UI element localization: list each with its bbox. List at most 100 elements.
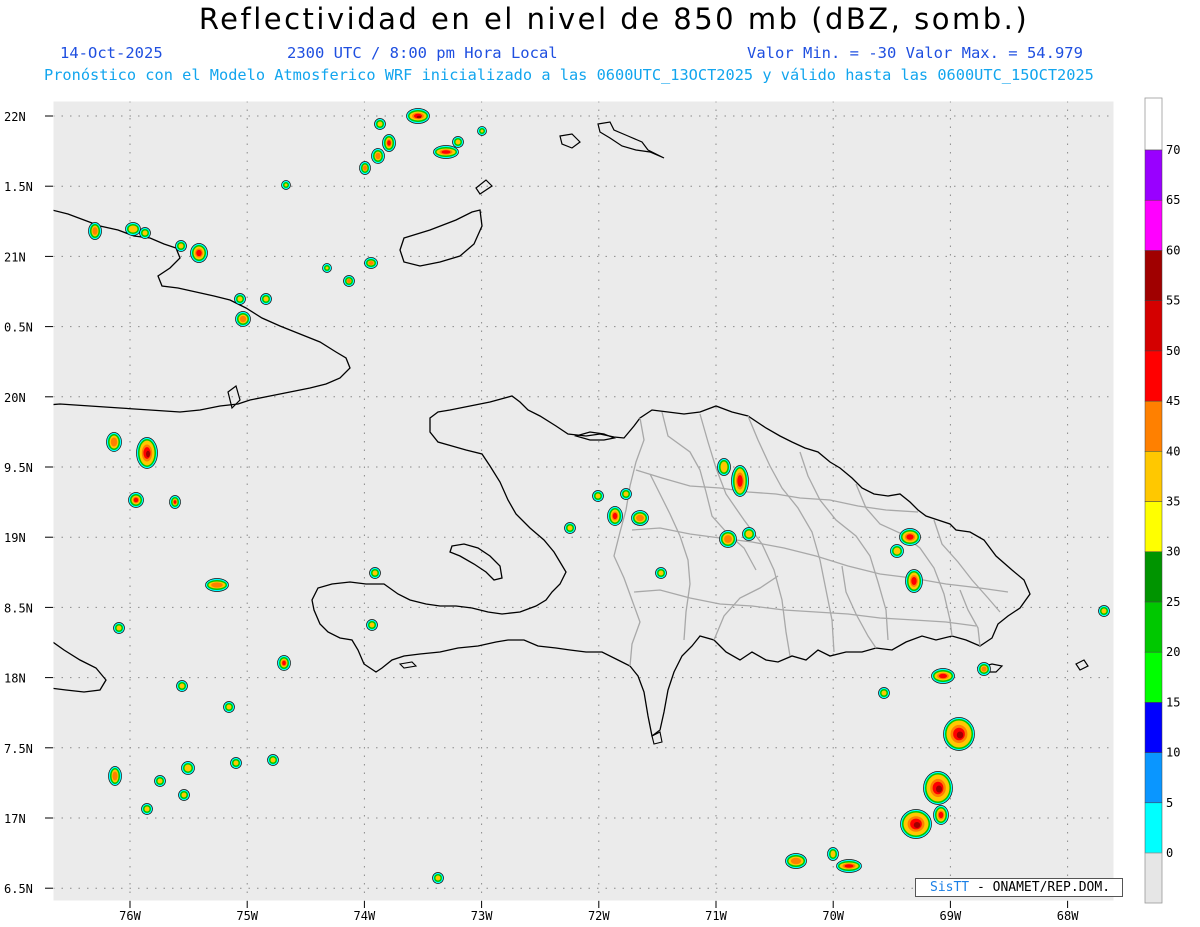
reflectivity-cell — [223, 701, 235, 713]
colorbar-swatch — [1144, 250, 1163, 301]
colorbar-swatch — [1144, 802, 1163, 854]
colorbar-swatch — [1144, 350, 1163, 402]
reflectivity-map: 22N 1.5N 21N 0.5N 20N 9.5N 19N 8.5N 18N 7.5N 17N 6.… — [4, 97, 1180, 923]
reflectivity-cell — [277, 655, 291, 671]
reflectivity-cell — [923, 771, 953, 805]
colorbar-tick-label: 40 — [1166, 444, 1180, 458]
colorbar-tick-label: 5 — [1166, 796, 1173, 810]
reflectivity-cell — [125, 222, 141, 236]
colorbar-tick-label: 25 — [1166, 595, 1180, 609]
colorbar-swatch — [1144, 300, 1163, 352]
colorbar-tick-label: 30 — [1166, 545, 1180, 559]
reflectivity-cell — [931, 668, 955, 684]
reflectivity-cell — [836, 859, 862, 873]
lat-label: 0.5N — [4, 321, 33, 335]
colorbar-swatch — [1144, 501, 1163, 552]
latitude-labels: 22N 1.5N 21N 0.5N 20N 9.5N 19N 8.5N 18N 7.5N 17N 6.… — [4, 110, 53, 896]
colorbar-tick-label: 10 — [1166, 746, 1180, 760]
lon-label: 69W — [940, 909, 962, 923]
colorbar-tick-label: 15 — [1166, 695, 1180, 709]
lon-label: 68W — [1057, 909, 1079, 923]
reflectivity-cell — [374, 118, 386, 130]
reflectivity-cell — [234, 293, 246, 305]
reflectivity-cell — [631, 510, 649, 526]
reflectivity-cell — [322, 263, 332, 273]
longitude-labels: 76W 75W 74W 73W 72W 71W 70W 69W 68W — [119, 901, 1079, 923]
lon-label: 70W — [822, 909, 844, 923]
reflectivity-cell — [433, 145, 459, 159]
lon-label: 75W — [236, 909, 258, 923]
colorbar-swatch — [1144, 551, 1163, 603]
colorbar-tick-label: 45 — [1166, 394, 1180, 408]
reflectivity-cell — [136, 437, 158, 469]
reflectivity-cell — [260, 293, 272, 305]
reflectivity-cell — [432, 872, 444, 884]
reflectivity-cell — [371, 148, 385, 164]
colorbar-tick-label: 60 — [1166, 243, 1180, 257]
reflectivity-cell — [382, 134, 396, 152]
reflectivity-cell — [369, 567, 381, 579]
colorbar-swatch — [1144, 752, 1163, 804]
lon-label: 76W — [119, 909, 141, 923]
reflectivity-cell — [827, 847, 839, 861]
map-background — [53, 101, 1114, 901]
reflectivity-cell — [933, 805, 949, 825]
colorbar-tick-label: 0 — [1166, 846, 1173, 860]
reflectivity-cell — [900, 809, 932, 839]
reflectivity-cell — [742, 527, 756, 541]
reflectivity-cell — [878, 687, 890, 699]
colorbar-swatch — [1144, 702, 1163, 753]
colorbar-swatch — [1144, 400, 1163, 452]
reflectivity-cell — [141, 803, 153, 815]
colorbar-swatch — [1144, 199, 1163, 251]
reflectivity-cell — [719, 530, 737, 548]
lon-label: 72W — [588, 909, 610, 923]
reflectivity-cell — [905, 569, 923, 593]
reflectivity-cell — [607, 506, 623, 526]
lat-label: 21N — [4, 250, 26, 264]
lon-label: 71W — [705, 909, 727, 923]
reflectivity-cell — [731, 465, 749, 497]
reflectivity-cell — [88, 222, 102, 240]
colorbar-swatch — [1144, 601, 1163, 653]
reflectivity-cell — [230, 757, 242, 769]
reflectivity-cell — [477, 126, 487, 136]
reflectivity-cell — [267, 754, 279, 766]
colorbar-swatch — [1144, 149, 1163, 201]
colorbar-tick-label: 55 — [1166, 294, 1180, 308]
reflectivity-cell — [943, 717, 975, 751]
colorbar-tick-label: 35 — [1166, 495, 1180, 509]
reflectivity-cell — [154, 775, 166, 787]
colorbar-swatch — [1144, 651, 1163, 703]
reflectivity-cell — [1098, 605, 1110, 617]
lat-label: 1.5N — [4, 180, 33, 194]
reflectivity-cell — [106, 432, 122, 452]
reflectivity-cell — [366, 619, 378, 631]
colorbar: 0 5 10 15 20 25 30 35 40 45 50 55 60 65 70 — [1144, 97, 1180, 904]
reflectivity-cell — [592, 490, 604, 502]
lat-label: 17N — [4, 812, 26, 826]
reflectivity-cell — [113, 622, 125, 634]
colorbar-tick-label: 50 — [1166, 344, 1180, 358]
lon-label: 73W — [471, 909, 493, 923]
reflectivity-cell — [343, 275, 355, 287]
colorbar-top-cap — [1144, 97, 1163, 151]
reflectivity-cell — [178, 789, 190, 801]
reflectivity-cell — [359, 161, 371, 175]
lat-label: 19N — [4, 531, 26, 545]
lat-label: 8.5N — [4, 601, 33, 615]
reflectivity-cell — [235, 311, 251, 327]
reflectivity-cell — [176, 680, 188, 692]
reflectivity-cell — [620, 488, 632, 500]
reflectivity-cell — [364, 257, 378, 269]
lat-label: 6.5N — [4, 882, 33, 896]
lat-label: 22N — [4, 110, 26, 124]
credit-text: - ONAMET/REP.DOM. — [976, 880, 1111, 895]
reflectivity-cell — [785, 853, 807, 869]
colorbar-swatch — [1144, 451, 1163, 502]
lat-label: 18N — [4, 672, 26, 686]
colorbar-tick-label: 65 — [1166, 193, 1180, 207]
reflectivity-cell — [717, 458, 731, 476]
reflectivity-cell — [181, 761, 195, 775]
reflectivity-cell — [890, 544, 904, 558]
